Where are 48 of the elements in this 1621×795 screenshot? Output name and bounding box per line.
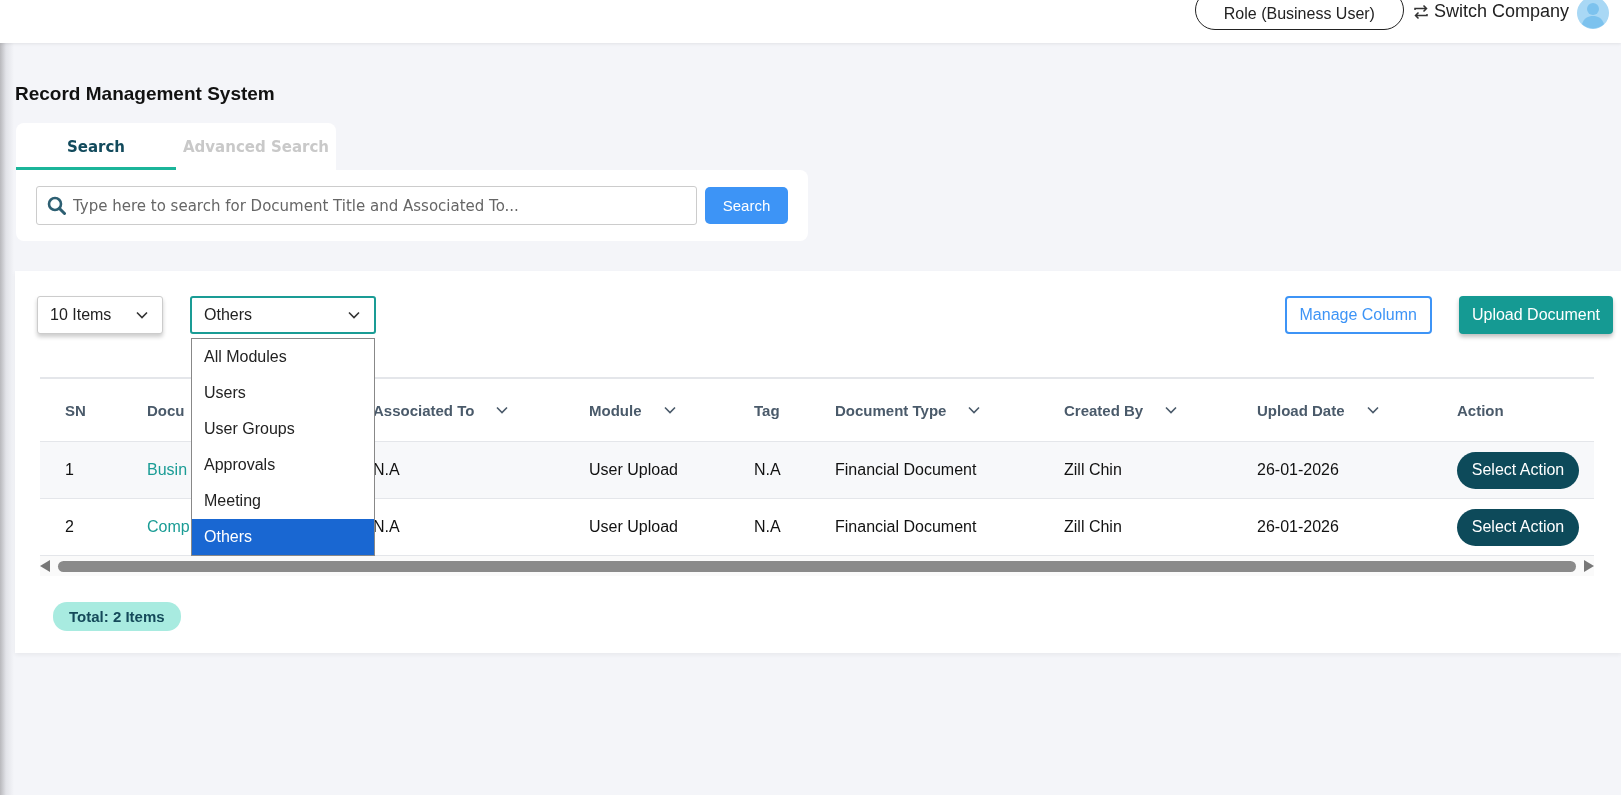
swap-icon[interactable] xyxy=(1411,2,1430,21)
table-cell: 1 xyxy=(65,461,74,478)
column-header[interactable]: Created By xyxy=(1064,401,1144,419)
chevron-down-icon[interactable] xyxy=(1366,406,1379,414)
table-cell: N.A xyxy=(754,461,781,478)
column-header: Tag xyxy=(754,401,780,419)
column-header[interactable]: Document Type xyxy=(835,401,947,419)
chevron-down-icon[interactable] xyxy=(1165,406,1178,414)
chevron-down-icon xyxy=(348,311,360,319)
table-cell: 26-01-2026 xyxy=(1257,461,1339,478)
column-header: SN xyxy=(65,401,86,419)
table-cell: Zill Chin xyxy=(1064,518,1122,535)
column-header[interactable]: Upload Date xyxy=(1257,401,1345,419)
chevron-down-icon[interactable] xyxy=(663,406,676,414)
scroll-right-icon[interactable] xyxy=(1584,560,1594,572)
select-action-button[interactable]: Select Action xyxy=(1457,451,1579,489)
menu-item[interactable]: User Groups xyxy=(192,411,374,447)
table-cell: 26-01-2026 xyxy=(1257,518,1339,535)
scrollbar[interactable] xyxy=(40,556,1594,576)
table-cell: Zill Chin xyxy=(1064,461,1122,478)
table-cell: User Upload xyxy=(589,461,678,478)
column-header: Action xyxy=(1457,401,1504,419)
chevron-down-icon[interactable] xyxy=(496,406,509,414)
total-badge: Total: 2 Items xyxy=(53,602,181,631)
module-select[interactable]: Others xyxy=(190,296,376,334)
menu-item[interactable]: Users xyxy=(192,375,374,411)
table-cell: N.A xyxy=(754,518,781,535)
switch-company-link[interactable]: Switch Company xyxy=(1433,1,1569,22)
search-field[interactable]: Type here to search for Document Title and Associated To... xyxy=(36,186,697,225)
menu-item[interactable]: Meeting xyxy=(192,483,374,519)
chevron-down-icon xyxy=(136,311,148,319)
role-button[interactable]: Role (Business User) xyxy=(1194,0,1404,30)
scroll-left-icon[interactable] xyxy=(40,560,50,572)
menu-item[interactable]: Others xyxy=(192,519,374,555)
table-cell: Financial Document xyxy=(835,461,977,478)
page-title: Record Management System xyxy=(15,83,276,105)
chevron-down-icon[interactable] xyxy=(968,406,981,414)
column-header: Docu xyxy=(147,401,185,419)
table-cell: User Upload xyxy=(589,518,678,535)
table-cell: 2 xyxy=(65,518,74,535)
scroll-thumb[interactable] xyxy=(58,560,1576,572)
menu-item[interactable]: Approvals xyxy=(192,447,374,483)
page-size-select[interactable]: 10 Items xyxy=(37,296,163,334)
select-action-button[interactable]: Select Action xyxy=(1457,508,1579,546)
column-header[interactable]: Associated To xyxy=(373,401,475,419)
column-header[interactable]: Module xyxy=(589,401,642,419)
menu-item[interactable]: All Modules xyxy=(192,339,374,375)
table-cell: Financial Document xyxy=(835,518,977,535)
